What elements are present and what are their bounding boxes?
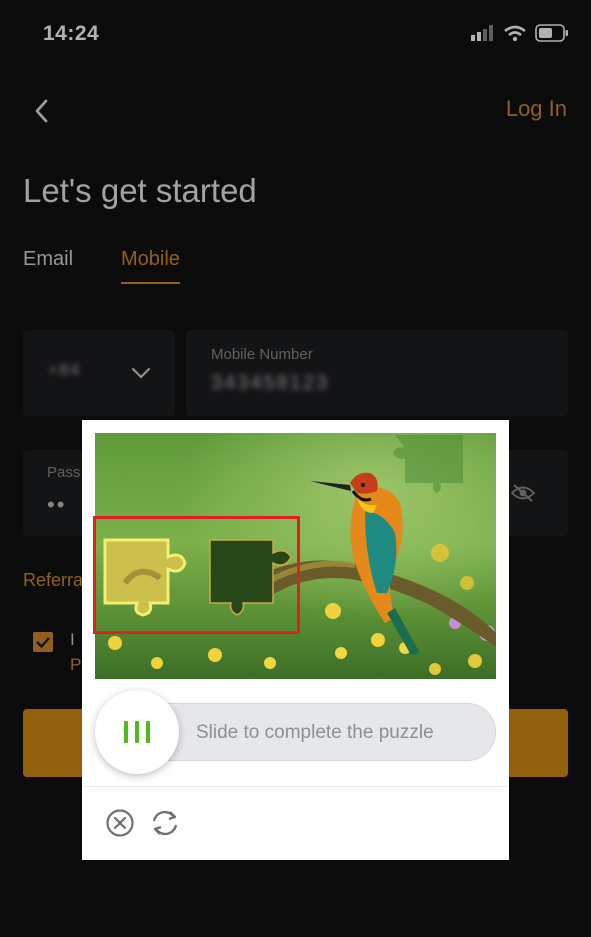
close-icon[interactable] — [106, 809, 134, 837]
captcha-divider — [82, 786, 509, 787]
grip-bar — [146, 721, 150, 743]
captcha-modal: Slide to complete the puzzle — [82, 420, 509, 860]
puzzle-highlight-box — [93, 516, 300, 634]
refresh-icon[interactable] — [148, 806, 182, 840]
grip-bar — [135, 721, 139, 743]
signup-screen: 14:24 Log In Let's get started Email Mob… — [0, 0, 591, 937]
puzzle-slider-handle[interactable] — [95, 690, 179, 774]
slider-instruction: Slide to complete the puzzle — [196, 722, 434, 743]
grip-bar — [124, 721, 128, 743]
